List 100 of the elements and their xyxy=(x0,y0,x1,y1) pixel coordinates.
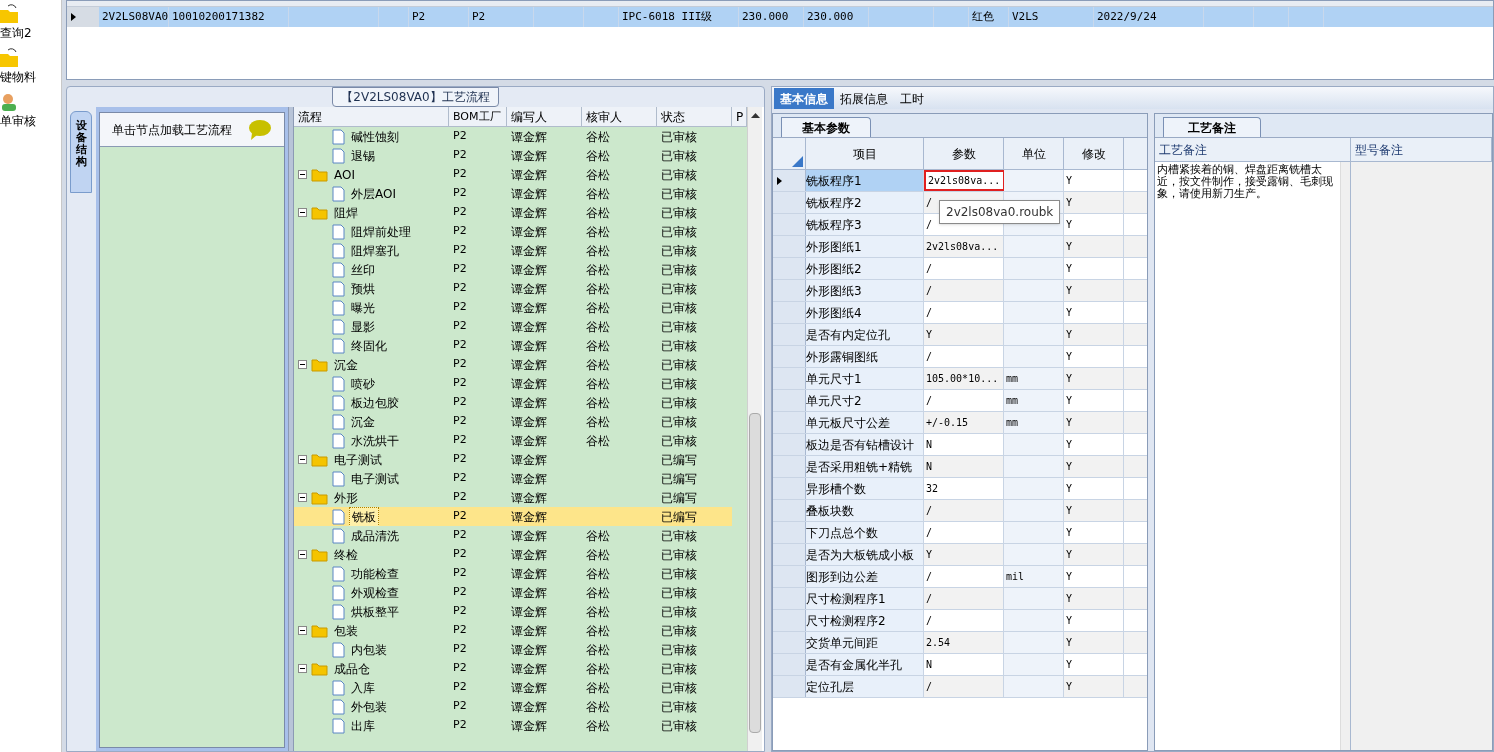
step-name: 成品清洗 xyxy=(350,527,400,545)
table-cell-text: P2 xyxy=(452,603,468,620)
table-cell-text: / xyxy=(926,218,933,232)
table-cell-text: 已审核 xyxy=(660,299,698,317)
step-name: 沉金 xyxy=(333,356,359,374)
step-name: 功能检查 xyxy=(350,565,400,583)
table-cell-text: 尺寸检测程序1 xyxy=(806,590,886,608)
table-cell-text: Y xyxy=(926,328,933,342)
step-name: 成品仓 xyxy=(333,660,371,678)
table-cell-text: 已编写 xyxy=(660,470,698,488)
table-cell-text: Y xyxy=(1066,262,1073,276)
step-name: 外包装 xyxy=(350,698,388,716)
table-cell-text: 谭金辉 xyxy=(510,318,548,336)
table-cell-text: 已审核 xyxy=(660,679,698,697)
table-cell-text: 谭金辉 xyxy=(510,660,548,678)
table-cell-text: 谭金辉 xyxy=(510,451,548,469)
table-cell-text: 已审核 xyxy=(660,166,698,184)
table-cell-text: Y xyxy=(1066,218,1073,232)
table-cell-text: 下刀点总个数 xyxy=(806,524,878,542)
table-cell-text: Y xyxy=(1066,636,1073,650)
table-cell-text: 谷松 xyxy=(585,527,611,545)
table-cell-text: Y xyxy=(1066,174,1073,188)
step-name: 板边包胶 xyxy=(350,394,400,412)
table-cell-text: 已审核 xyxy=(660,261,698,279)
table-cell-text: 已审核 xyxy=(660,242,698,260)
step-name: AOI xyxy=(333,166,356,184)
table-cell-text: 异形槽个数 xyxy=(806,480,866,498)
table-cell-text: Y xyxy=(1066,240,1073,254)
table-cell-text: P2 xyxy=(452,470,468,487)
table-cell-text: P2 xyxy=(452,413,468,430)
table-cell-text: 谭金辉 xyxy=(510,261,548,279)
table-cell-text: 已审核 xyxy=(660,717,698,735)
table-cell-text: Y xyxy=(1066,328,1073,342)
table-cell-text: 谭金辉 xyxy=(510,679,548,697)
table-cell-text: Y xyxy=(1066,680,1073,694)
table-cell-text: Y xyxy=(1066,504,1073,518)
table-cell-text: 已编写 xyxy=(660,451,698,469)
table-cell-text: P2 xyxy=(452,717,468,734)
step-name: 预烘 xyxy=(350,280,376,298)
step-name: 喷砂 xyxy=(350,375,376,393)
table-cell-text: 10010200171382 xyxy=(172,8,265,25)
table-cell-text: 已审核 xyxy=(660,128,698,146)
table-cell-text: 谭金辉 xyxy=(510,280,548,298)
table-cell-text: 谭金辉 xyxy=(510,432,548,450)
table-cell-text: 谭金辉 xyxy=(510,413,548,431)
tooltip: 2v2ls08va0.roubk xyxy=(939,200,1061,224)
table-cell-text: P2 xyxy=(452,204,468,221)
table-cell-text: IPC-6018 III级 xyxy=(622,8,713,25)
table-cell-text: mm xyxy=(1006,416,1019,430)
table-cell-text: P2 xyxy=(472,8,486,25)
step-name: 内包装 xyxy=(350,641,388,659)
table-cell-text: / xyxy=(926,504,933,518)
table-cell-text: 230.000 xyxy=(807,8,854,25)
table-cell-text: 谭金辉 xyxy=(510,185,548,203)
table-cell-text: 已审核 xyxy=(660,280,698,298)
table-cell-text: Y xyxy=(1066,526,1073,540)
table-cell-text: 谭金辉 xyxy=(510,489,548,507)
table-cell-text: Y xyxy=(1066,416,1073,430)
table-cell-text: 已编写 xyxy=(660,489,698,507)
table-cell-text: P2 xyxy=(452,451,468,468)
table-cell-text: P2 xyxy=(452,698,468,715)
table-cell-text: 谭金辉 xyxy=(510,470,548,488)
table-cell-text: Y xyxy=(1066,372,1073,386)
table-cell-text: 已审核 xyxy=(660,204,698,222)
table-cell-text: 红色 xyxy=(972,8,994,25)
table-cell-text: 外形图纸1 xyxy=(806,238,862,256)
table-cell-text: 2V2LS08VA0 xyxy=(102,8,169,25)
step-name: 曝光 xyxy=(350,299,376,317)
table-cell-text: 已审核 xyxy=(660,223,698,241)
table-cell-text: Y xyxy=(1066,284,1073,298)
table-cell-text: / xyxy=(926,614,933,628)
table-cell-text: 已审核 xyxy=(660,432,698,450)
table-cell-text: 已审核 xyxy=(660,565,698,583)
table-cell-text: 谭金辉 xyxy=(510,584,548,602)
table-cell-text: 230.000 xyxy=(742,8,789,25)
table-cell-text: 谭金辉 xyxy=(510,717,548,735)
table-cell-text: 已审核 xyxy=(660,527,698,545)
table-cell-text: mm xyxy=(1006,394,1019,408)
table-cell-text: 外形图纸3 xyxy=(806,282,862,300)
step-name: 烘板整平 xyxy=(350,603,400,621)
table-cell-text: P2 xyxy=(452,147,468,164)
table-cell-text: 2.54 xyxy=(926,636,951,650)
hint-text: 单击节点加载工艺流程 xyxy=(112,121,232,139)
table-cell-text: 单元板尺寸公差 xyxy=(806,414,890,432)
table-cell-text: 谷松 xyxy=(585,337,611,355)
table-cell-text: / xyxy=(926,196,933,210)
table-cell-text: 谷松 xyxy=(585,698,611,716)
table-cell-text: 图形到边公差 xyxy=(806,568,878,586)
table-cell-text: 是否采用粗铣+精铣 xyxy=(806,458,913,476)
table-cell-text: 谭金辉 xyxy=(510,356,548,374)
table-cell-text: 已审核 xyxy=(660,660,698,678)
table-cell-text: 谭金辉 xyxy=(510,394,548,412)
table-cell-text: N xyxy=(926,658,933,672)
table-cell-text: 谭金辉 xyxy=(510,242,548,260)
step-name: 沉金 xyxy=(350,413,376,431)
table-cell-text: 谷松 xyxy=(585,641,611,659)
table-cell-text: 单元尺寸2 xyxy=(806,392,862,410)
table-cell-text: 谷松 xyxy=(585,223,611,241)
table-cell-text: 已审核 xyxy=(660,546,698,564)
table-cell-text: Y xyxy=(1066,548,1073,562)
